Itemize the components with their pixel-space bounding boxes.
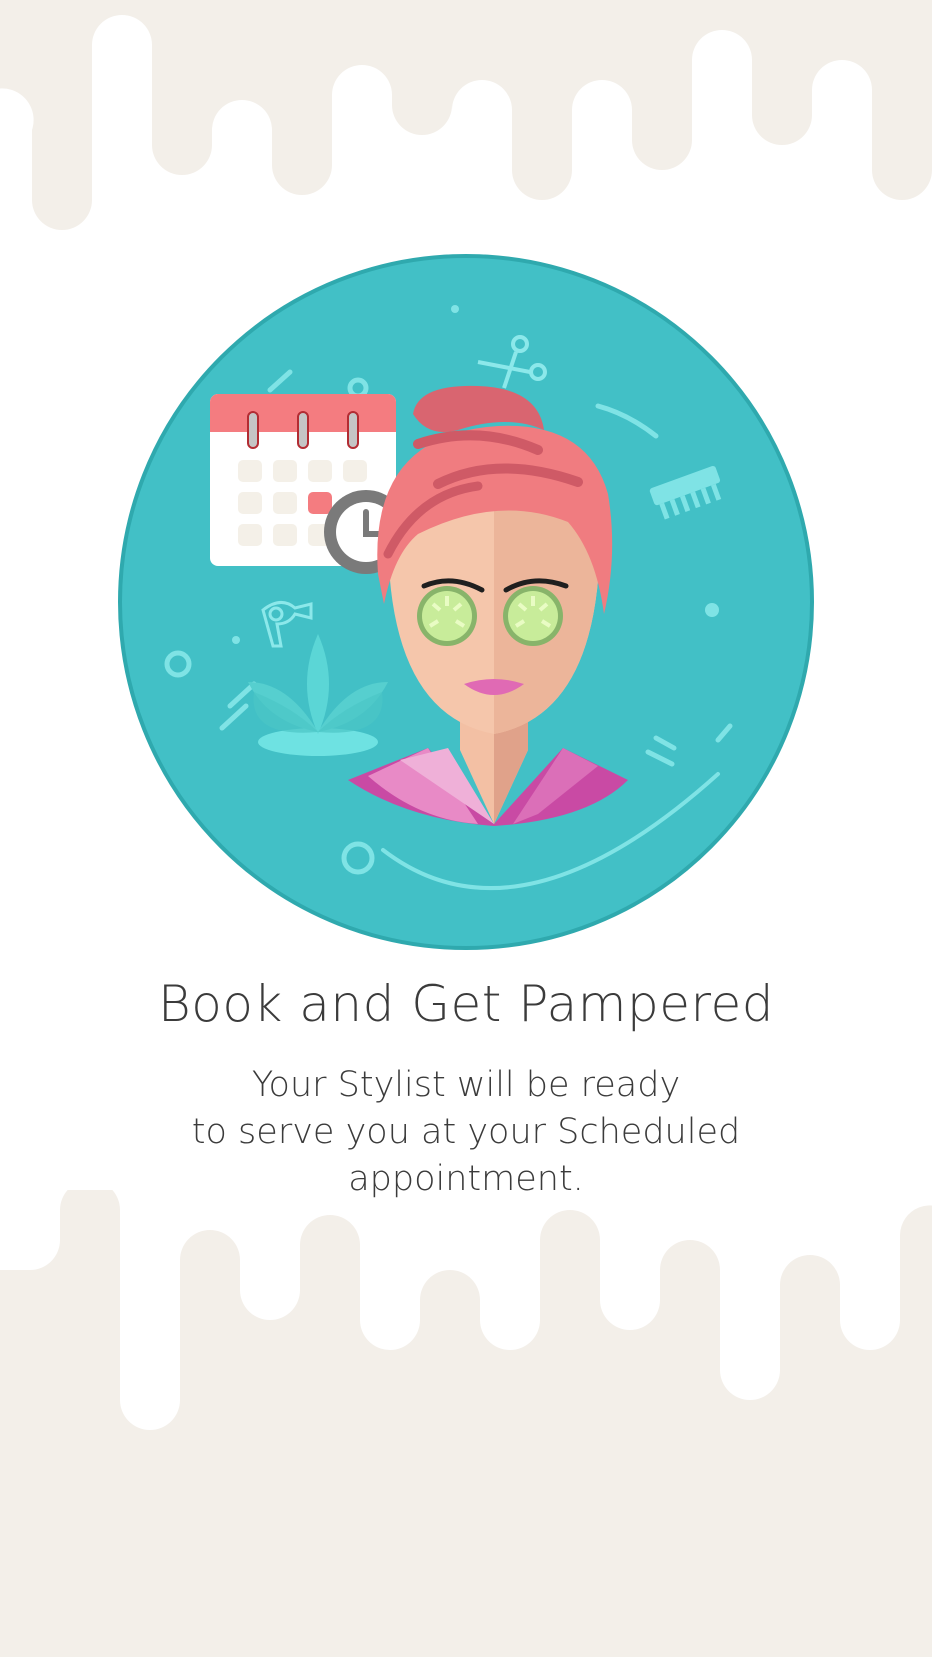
cucumber-slice-icon	[503, 586, 563, 646]
description-line: to serve you at your Scheduled	[191, 1112, 741, 1152]
hero-illustration	[118, 254, 814, 950]
onboarding-description: Your Stylist will be ready to serve you …	[0, 1062, 932, 1203]
onboarding-title: Book and Get Pampered	[158, 975, 774, 1033]
description-line: Your Stylist will be ready	[251, 1065, 681, 1105]
cucumber-slice-icon	[417, 586, 477, 646]
bottom-drip-decoration	[0, 1190, 932, 1657]
top-drip-decoration	[0, 0, 932, 230]
